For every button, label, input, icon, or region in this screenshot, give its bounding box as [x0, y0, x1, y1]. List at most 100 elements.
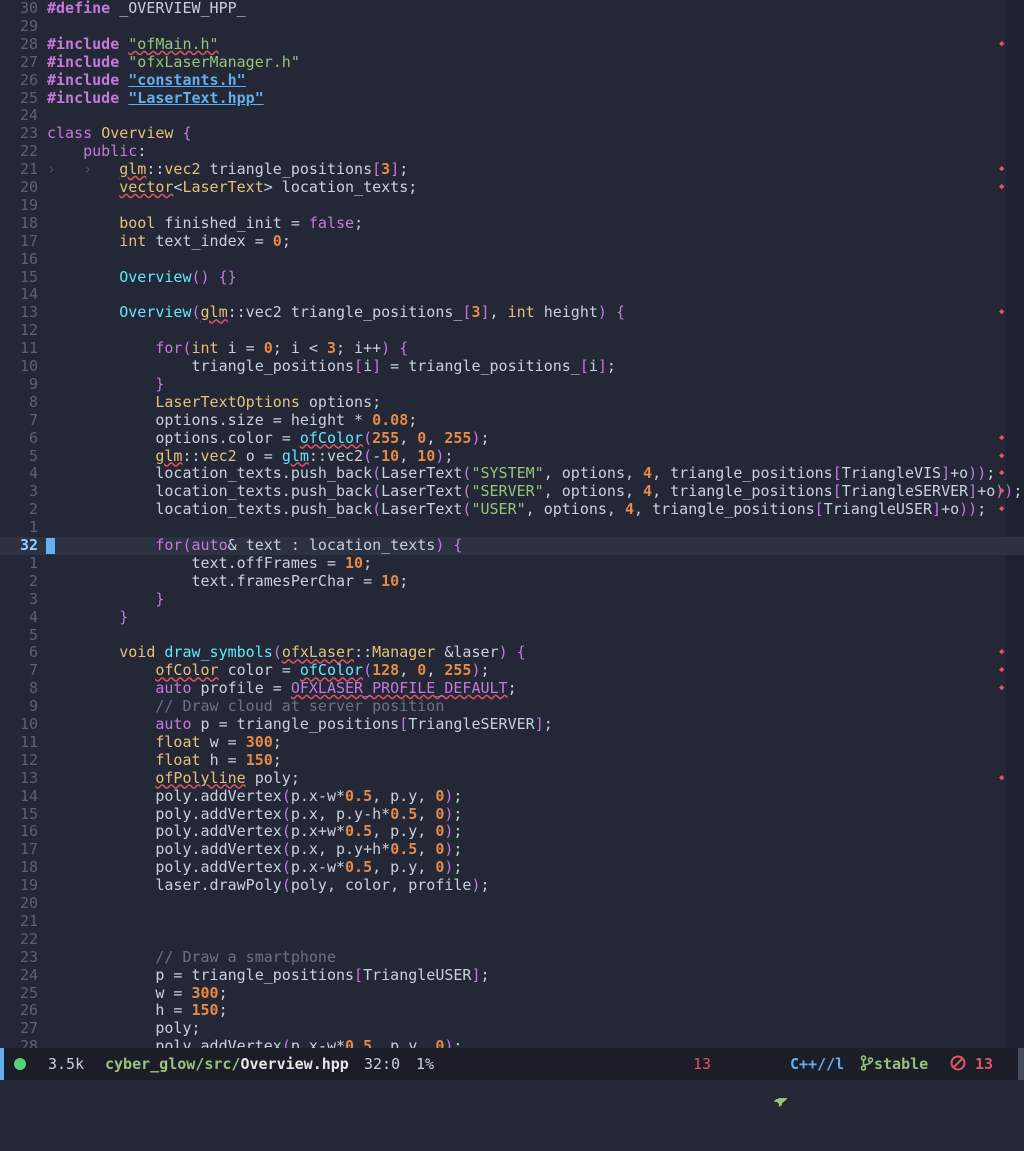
diagnostic-marker-icon[interactable]: ◆	[999, 680, 1004, 698]
code-line[interactable]: 23 // Draw a smartphone	[0, 948, 1024, 967]
diagnostic-marker-icon[interactable]: ◆	[999, 179, 1004, 197]
code-line[interactable]: 4 }	[0, 608, 1024, 627]
code-line[interactable]: 17 int text_index = 0;	[0, 232, 1024, 251]
code-line[interactable]: 27 poly;	[0, 1019, 1024, 1038]
code-line[interactable]: 7 options.size = height * 0.08;	[0, 411, 1024, 430]
code-token: ]	[480, 303, 490, 322]
code-line[interactable]: 8 LaserTextOptions options;	[0, 393, 1024, 412]
code-token: Overview	[119, 267, 192, 286]
code-line[interactable]: 26 h = 150;	[0, 1001, 1024, 1020]
code-line[interactable]: 2 location_texts.push_back(LaserText("US…	[0, 500, 1024, 519]
diagnostic-marker-icon[interactable]: ◆	[999, 644, 1004, 662]
code-line[interactable]: 14 poly.addVertex(p.x-w*0.5, p.y, 0);	[0, 787, 1024, 806]
file-path-name: Overview.hpp	[240, 1055, 349, 1073]
code-line[interactable]: 21 › › glm::vec2 triangle_positions[3]; ◆	[0, 160, 1024, 179]
code-line[interactable]: 15 Overview() {}	[0, 267, 1024, 287]
code-line[interactable]: 7 ofColor color = ofColor(128, 0, 255); ◆	[0, 661, 1024, 680]
code-line[interactable]: 6 void draw_symbols(ofxLaser::Manager &l…	[0, 643, 1024, 662]
scrollbar-thumb[interactable]	[1018, 1048, 1024, 1080]
code-line[interactable]: 26 #include "constants.h"	[0, 71, 1024, 90]
code-line[interactable]: 12	[0, 321, 1024, 340]
diagnostic-marker-icon[interactable]: ◆	[999, 465, 1004, 483]
code-token: text.framesPerChar =	[47, 571, 382, 590]
code-line[interactable]: 16	[0, 250, 1024, 269]
git-branch[interactable]: stable	[860, 1048, 928, 1080]
diagnostic-marker-icon[interactable]: ◆	[999, 36, 1004, 54]
line-code: int text_index = 0;	[47, 232, 291, 251]
code-line[interactable]: 12 float h = 150;	[0, 751, 1024, 770]
code-line[interactable]: 15 poly.addVertex(p.x, p.y-h*0.5, 0);	[0, 805, 1024, 824]
code-line[interactable]: 32 for(auto& text : location_texts) {	[0, 536, 1024, 555]
code-line[interactable]: 30 #define _OVERVIEW_HPP_	[0, 0, 1024, 18]
code-line[interactable]: 16 poly.addVertex(p.x+w*0.5, p.y, 0);	[0, 822, 1024, 841]
code-line[interactable]: 1 text.offFrames = 10;	[0, 554, 1024, 573]
code-line[interactable]: 9 }	[0, 375, 1024, 394]
code-token: TriangleVIS	[841, 464, 942, 483]
diagnostic-marker-icon[interactable]: ◆	[999, 483, 1004, 501]
code-line[interactable]: 18 poly.addVertex(p.x-w*0.5, p.y, 0);	[0, 858, 1024, 877]
code-line[interactable]: 23 class Overview {	[0, 124, 1024, 143]
code-line[interactable]: 2 text.framesPerChar = 10;	[0, 571, 1024, 591]
code-token: ofColor	[299, 661, 364, 680]
code-line[interactable]: 19 laser.drawPoly(poly, color, profile);	[0, 876, 1024, 895]
code-line[interactable]: 6 options.color = ofColor(255, 0, 255); ◆	[0, 429, 1024, 448]
code-line[interactable]: 11 float w = 300;	[0, 732, 1024, 752]
diagnostic-marker-icon[interactable]: ◆	[999, 662, 1004, 680]
error-count[interactable]: 13	[950, 1048, 993, 1080]
code-line[interactable]: 3 }	[0, 590, 1024, 609]
code-line[interactable]: 27 #include "ofxLaserManager.h"	[0, 53, 1024, 72]
diagnostic-marker-icon[interactable]: ◆	[999, 161, 1004, 179]
code-token: {	[399, 339, 409, 358]
code-line[interactable]: 22	[0, 930, 1024, 949]
code-token: ,	[399, 446, 418, 465]
code-line[interactable]: 20	[0, 894, 1024, 913]
diagnostic-marker-icon[interactable]: ◆	[999, 448, 1004, 466]
code-line[interactable]: 10 triangle_positions[i] = triangle_posi…	[0, 357, 1024, 376]
git-branch-name: stable	[874, 1055, 929, 1073]
code-line[interactable]: 5 glm::vec2 o = glm::vec2(-10, 10); ◆	[0, 446, 1024, 466]
code-token: public	[83, 142, 138, 161]
code-line[interactable]: 24 p = triangle_positions[TriangleUSER];	[0, 966, 1024, 985]
code-token: 300	[245, 732, 273, 751]
warning-count[interactable]: 13	[693, 1048, 711, 1080]
code-line[interactable]: 5	[0, 626, 1024, 645]
code-line[interactable]: 14	[0, 285, 1024, 304]
code-line[interactable]: 28 poly.addVertex(p.x-w*0.5, p.y, 0);	[0, 1037, 1024, 1048]
code-token: ::vec2 triangle_positions_	[227, 303, 463, 322]
diagnostic-marker-icon[interactable]: ◆	[999, 501, 1004, 519]
diagnostic-marker-icon[interactable]: ◆	[999, 304, 1004, 322]
code-token: ()	[191, 267, 210, 286]
code-token: 4	[643, 482, 653, 501]
code-line[interactable]: 9 // Draw cloud at server position	[0, 697, 1024, 716]
diagnostic-marker-icon[interactable]: ◆	[999, 770, 1004, 788]
code-line[interactable]: 1	[0, 518, 1024, 537]
code-line[interactable]: 3 location_texts.push_back(LaserText("SE…	[0, 482, 1024, 501]
diagnostic-marker-icon[interactable]: ◆	[999, 430, 1004, 448]
code-line[interactable]: 19	[0, 196, 1024, 215]
code-token: poly.addVertex	[47, 840, 282, 859]
code-editor[interactable]: 30 #define _OVERVIEW_HPP_ 29 28 #include "of…	[0, 0, 1024, 1048]
code-line[interactable]: 4 location_texts.push_back(LaserText("SY…	[0, 464, 1024, 483]
code-line[interactable]: 13 ofPolyline poly; ◆	[0, 769, 1024, 788]
file-path[interactable]: cyber_glow/src/Overview.hpp	[105, 1048, 349, 1080]
code-line[interactable]: 17 poly.addVertex(p.x, p.y+h*0.5, 0);	[0, 840, 1024, 859]
code-token: poly.addVertex	[47, 822, 282, 841]
code-line[interactable]: 24	[0, 106, 1024, 125]
code-line[interactable]: 18 bool finished_init = false;	[0, 214, 1024, 233]
code-line[interactable]: 29	[0, 17, 1024, 36]
code-line[interactable]: 8 auto profile = OFXLASER_PROFILE_DEFAUL…	[0, 679, 1024, 698]
code-line[interactable]: 10 auto p = triangle_positions[TriangleS…	[0, 715, 1024, 734]
code-line[interactable]: 21	[0, 912, 1024, 931]
code-token: for	[155, 536, 183, 554]
code-line[interactable]: 20 vector<LaserText> location_texts; ◆	[0, 178, 1024, 197]
code-line[interactable]: 22 public:	[0, 142, 1024, 161]
code-line[interactable]: 25 w = 300;	[0, 984, 1024, 1003]
language-mode[interactable]: C++//l	[790, 1048, 844, 1080]
code-line[interactable]: 25 #include "LaserText.hpp"	[0, 89, 1024, 108]
code-token: 4	[624, 500, 635, 519]
code-line[interactable]: 13 Overview(glm::vec2 triangle_positions…	[0, 303, 1024, 322]
code-line[interactable]: 11 for(int i = 0; i < 3; i++) {	[0, 339, 1024, 358]
code-line[interactable]: 28 #include "ofMain.h" ◆	[0, 35, 1024, 54]
code-token: -	[372, 446, 382, 465]
